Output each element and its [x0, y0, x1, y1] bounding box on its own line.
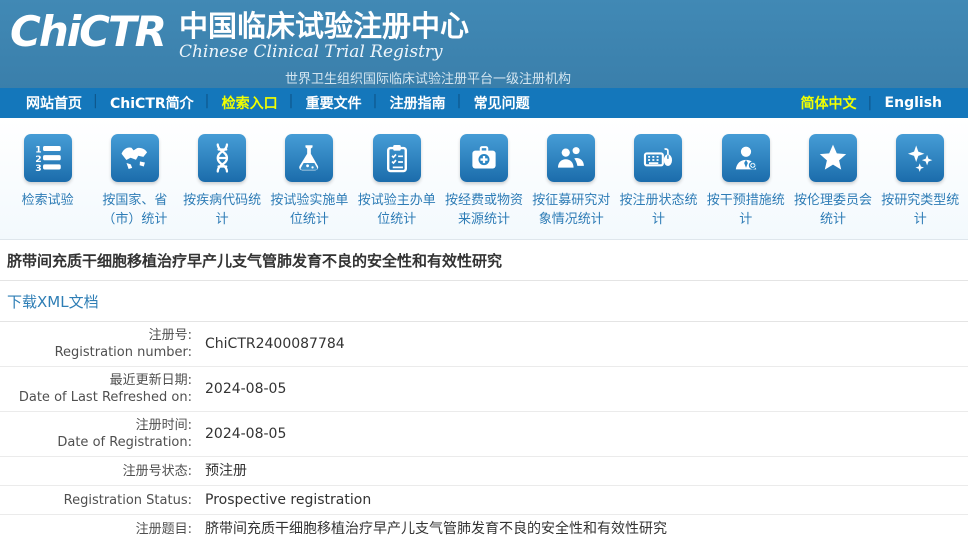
who-platform-subtitle: 世界卫生组织国际临床试验注册平台一级注册机构: [285, 68, 571, 87]
row-value: Prospective registration: [205, 491, 381, 509]
chictr-logo[interactable]: ChiCTR: [10, 6, 179, 58]
star-icon: [809, 134, 857, 182]
row-labels: 最近更新日期: Date of Last Refreshed on:: [0, 372, 192, 406]
row-value: ChiCTR2400087784: [205, 335, 355, 353]
clipboard-icon: [373, 134, 421, 182]
table-row: Registration Status: Prospective registr…: [0, 486, 968, 515]
people-icon: [547, 134, 595, 182]
row-label-en: Registration number:: [0, 344, 192, 361]
toolbar-item-label: 按疾病代码统计: [179, 191, 266, 229]
keyboard-mouse-icon: [634, 134, 682, 182]
nav-item[interactable]: ChiCTR简介: [96, 93, 208, 113]
table-row: 最近更新日期: Date of Last Refreshed on: 2024-…: [0, 367, 968, 412]
nav-item[interactable]: 检索入口: [208, 93, 292, 113]
registration-details-table: 注册号: Registration number: ChiCTR24000877…: [0, 322, 968, 536]
row-label-zh: 注册时间:: [0, 417, 192, 434]
toolbar-item-label: 按伦理委员会统计: [789, 191, 876, 229]
row-labels: 注册号状态:: [0, 463, 192, 480]
toolbar-item-label: 按试验主办单位统计: [353, 191, 440, 229]
toolbar-item[interactable]: 按试验实施单位统计: [266, 134, 353, 239]
medical-kit-icon: [460, 134, 508, 182]
row-label-en: Date of Last Refreshed on:: [0, 389, 192, 406]
row-labels: 注册题目:: [0, 521, 192, 536]
row-label-en: Date of Registration:: [0, 434, 192, 451]
row-value: 脐带间充质干细胞移植治疗早产儿支气管肺发育不良的安全性和有效性研究: [205, 520, 677, 536]
row-label-zh: 注册题目:: [0, 521, 192, 536]
table-row: 注册号状态: 预注册: [0, 457, 968, 486]
row-value: 2024-08-05: [205, 380, 296, 398]
site-title-en: Chinese Clinical Trial Registry: [179, 42, 571, 62]
toolbar-item-label: 按经费或物资来源统计: [440, 191, 527, 229]
download-xml-link[interactable]: 下载XML文档: [7, 291, 99, 312]
flask-icon: [285, 134, 333, 182]
language-option[interactable]: English: [871, 95, 956, 111]
toolbar-item[interactable]: 按伦理委员会统计: [789, 134, 876, 239]
svg-text:3: 3: [35, 163, 41, 174]
row-label-zh: 注册号状态:: [0, 463, 192, 480]
world-map-icon: [111, 134, 159, 182]
language-switcher: 简体中文 English: [787, 88, 956, 118]
numbered-list-icon: 123: [24, 134, 72, 182]
toolbar-item-label: 按试验实施单位统计: [266, 191, 353, 229]
row-labels: Registration Status:: [0, 492, 192, 509]
table-row: 注册题目: 脐带间充质干细胞移植治疗早产儿支气管肺发育不良的安全性和有效性研究: [0, 515, 968, 536]
row-value: 预注册: [205, 462, 257, 480]
toolbar-item-label: 按征募研究对象情况统计: [528, 191, 615, 229]
table-row: 注册号: Registration number: ChiCTR24000877…: [0, 322, 968, 367]
row-label-en: Registration Status:: [0, 492, 192, 509]
toolbar-item[interactable]: 按国家、省（市）统计: [91, 134, 178, 239]
toolbar-item[interactable]: 按征募研究对象情况统计: [528, 134, 615, 239]
toolbar-item-label: 按国家、省（市）统计: [91, 191, 178, 229]
site-header: ChiCTR 中国临床试验注册中心 Chinese Clinical Trial…: [0, 0, 968, 88]
dna-icon: [198, 134, 246, 182]
toolbar-item-label: 按干预措施统计: [702, 191, 789, 229]
toolbar-item[interactable]: 按疾病代码统计: [179, 134, 266, 239]
nav-menu: 网站首页 ChiCTR简介 检索入口 重要文件 注册指南 常见问题: [12, 88, 544, 118]
row-labels: 注册时间: Date of Registration:: [0, 417, 192, 451]
study-title: 脐带间充质干细胞移植治疗早产儿支气管肺发育不良的安全性和有效性研究: [0, 240, 968, 281]
language-option[interactable]: 简体中文: [787, 93, 871, 113]
site-title-block: 中国临床试验注册中心 Chinese Clinical Trial Regist…: [179, 6, 571, 87]
main-nav: 网站首页 ChiCTR简介 检索入口 重要文件 注册指南 常见问题 简体中文 E…: [0, 88, 968, 118]
nav-item[interactable]: 重要文件: [292, 93, 376, 113]
nav-item[interactable]: 常见问题: [460, 93, 544, 113]
toolbar-item[interactable]: 按注册状态统计: [615, 134, 702, 239]
toolbar-item[interactable]: 123 检索试验: [4, 134, 91, 239]
statistics-toolbar: 123 检索试验 按国家、省（市）统计 按疾病代码统计 按试验实施单位统计 按试…: [0, 118, 968, 240]
toolbar-item-label: 检索试验: [4, 191, 91, 210]
doctor-icon: [722, 134, 770, 182]
sparkles-icon: [896, 134, 944, 182]
toolbar-item-label: 按注册状态统计: [615, 191, 702, 229]
toolbar-item[interactable]: 按研究类型统计: [877, 134, 964, 239]
row-label-zh: 注册号:: [0, 327, 192, 344]
toolbar-item[interactable]: 按干预措施统计: [702, 134, 789, 239]
nav-item[interactable]: 网站首页: [12, 93, 96, 113]
row-labels: 注册号: Registration number:: [0, 327, 192, 361]
site-title-zh: 中国临床试验注册中心: [179, 10, 571, 42]
toolbar-item[interactable]: 按试验主办单位统计: [353, 134, 440, 239]
toolbar-item-label: 按研究类型统计: [877, 191, 964, 229]
toolbar-item[interactable]: 按经费或物资来源统计: [440, 134, 527, 239]
row-label-zh: 最近更新日期:: [0, 372, 192, 389]
table-row: 注册时间: Date of Registration: 2024-08-05: [0, 412, 968, 457]
download-bar: 下载XML文档: [0, 281, 968, 322]
nav-item[interactable]: 注册指南: [376, 93, 460, 113]
row-value: 2024-08-05: [205, 425, 296, 443]
